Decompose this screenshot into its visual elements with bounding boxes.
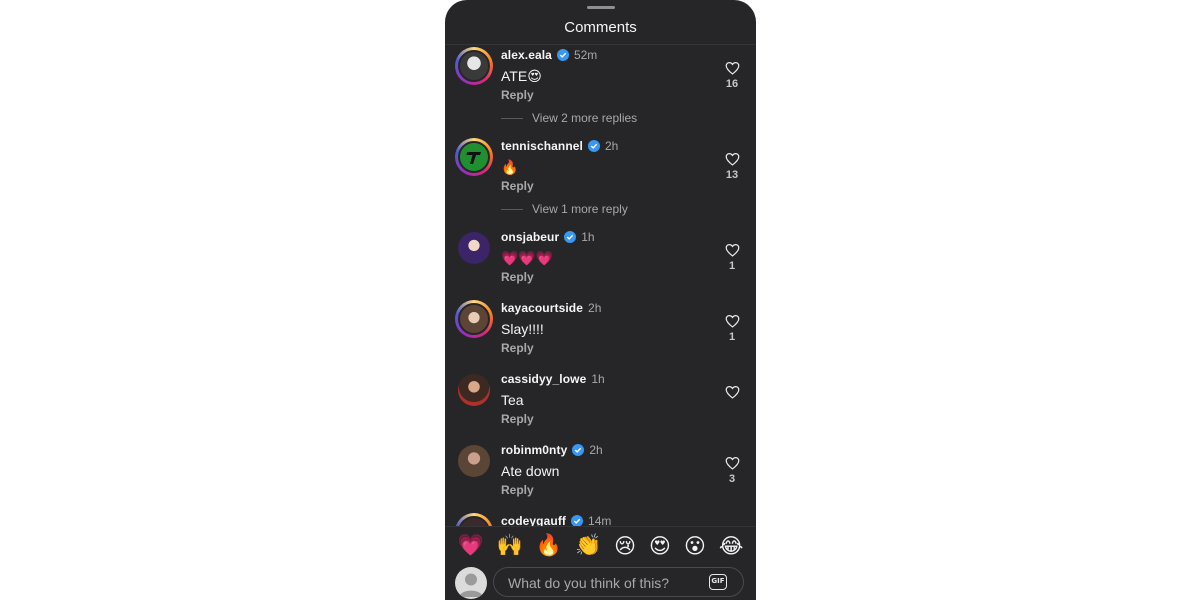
- like-count: 1: [728, 331, 736, 343]
- heart-icon: [725, 456, 739, 470]
- avatar[interactable]: [455, 300, 493, 338]
- comment-item: alex.eala 52m ATE😍 Reply 16: [445, 47, 756, 107]
- comment-item: codeygauff 14m: [445, 513, 756, 526]
- avatar[interactable]: [458, 374, 490, 406]
- verified-badge-icon: [556, 49, 569, 61]
- comment-item: onsjabeur 1h 💗💗💗 Reply 1: [445, 229, 756, 289]
- avatar[interactable]: [455, 513, 493, 526]
- timestamp: 2h: [589, 443, 603, 457]
- comment-input[interactable]: [506, 568, 705, 598]
- heart-icon: [725, 314, 739, 328]
- username[interactable]: tennischannel: [501, 139, 583, 153]
- reaction-crying-face[interactable]: 😢: [614, 534, 636, 559]
- like-button[interactable]: 16: [722, 61, 742, 90]
- timestamp: 52m: [573, 48, 598, 62]
- comment-text: 💗💗💗: [501, 250, 554, 266]
- reply-button[interactable]: Reply: [501, 88, 534, 102]
- comment-meta: cassidyy_lowe 1h: [501, 371, 605, 387]
- username[interactable]: onsjabeur: [501, 230, 559, 244]
- comment-item: kayacourtside 2h Slay!!!! Reply 1: [445, 300, 756, 360]
- sheet-title: Comments: [564, 19, 637, 36]
- avatar[interactable]: [458, 232, 490, 264]
- comment-meta: onsjabeur 1h: [501, 229, 595, 245]
- comment-meta: robinm0nty 2h: [501, 442, 603, 458]
- like-button[interactable]: [722, 385, 742, 402]
- username[interactable]: codeygauff: [501, 514, 566, 526]
- reply-button[interactable]: Reply: [501, 483, 534, 497]
- view-more-replies[interactable]: View 1 more reply: [501, 202, 628, 216]
- default-avatar-icon: [459, 573, 483, 597]
- current-user-avatar: [455, 567, 487, 599]
- reaction-fire[interactable]: 🔥: [536, 534, 562, 558]
- tennischannel-logo: [460, 143, 488, 171]
- timestamp: 2h: [588, 301, 602, 315]
- reply-button[interactable]: Reply: [501, 412, 534, 426]
- avatar[interactable]: [455, 138, 493, 176]
- reaction-heart-eyes[interactable]: 😍: [649, 534, 671, 559]
- verified-badge-icon: [571, 515, 584, 526]
- username[interactable]: alex.eala: [501, 48, 552, 62]
- comment-item: tennischannel 2h 🔥 Reply 13: [445, 138, 756, 198]
- comment-text: 🔥: [501, 159, 519, 175]
- like-count: 13: [725, 169, 739, 181]
- timestamp: 2h: [604, 139, 619, 153]
- reaction-pink-heart[interactable]: 💗: [458, 534, 484, 558]
- comment-meta: kayacourtside 2h: [501, 300, 601, 316]
- verified-badge-icon: [572, 444, 585, 456]
- reaction-surprised-face[interactable]: 😮: [684, 534, 706, 559]
- comment-input-box: GIF: [493, 567, 744, 598]
- avatar[interactable]: [455, 47, 493, 85]
- gif-button[interactable]: GIF: [709, 574, 727, 590]
- verified-badge-icon: [587, 140, 600, 152]
- heart-icon: [725, 152, 739, 166]
- verified-badge-icon: [564, 231, 577, 243]
- heart-icon: [725, 243, 739, 257]
- comment-text: Tea: [501, 392, 524, 408]
- reply-button[interactable]: Reply: [501, 341, 534, 355]
- reply-thread-line: [501, 208, 523, 210]
- like-count: 1: [728, 260, 736, 272]
- like-count: 3: [728, 473, 736, 485]
- heart-icon: [725, 385, 739, 399]
- username[interactable]: robinm0nty: [501, 443, 567, 457]
- comment-text: ATE😍: [501, 68, 542, 84]
- timestamp: 14m: [588, 514, 612, 526]
- quick-reaction-bar: 💗 🙌 🔥 👏 😢 😍 😮 😂: [445, 526, 756, 565]
- timestamp: 1h: [581, 230, 595, 244]
- like-button[interactable]: 1: [722, 314, 742, 343]
- comment-meta: alex.eala 52m: [501, 47, 597, 63]
- comment-text: Ate down: [501, 463, 560, 479]
- comment-text: Slay!!!!: [501, 321, 544, 337]
- like-button[interactable]: 3: [722, 456, 742, 485]
- comments-sheet: Comments alex.eala 52m ATE😍 Reply 16 Vie…: [445, 0, 756, 600]
- like-button[interactable]: 13: [722, 152, 742, 181]
- comment-composer: GIF: [445, 564, 756, 600]
- reaction-clapping-hands[interactable]: 👏: [575, 534, 601, 558]
- username[interactable]: kayacourtside: [501, 301, 583, 315]
- comment-meta: codeygauff 14m: [501, 513, 611, 526]
- view-more-replies-label: View 1 more reply: [532, 202, 628, 216]
- drag-handle[interactable]: [587, 6, 615, 9]
- avatar[interactable]: [458, 445, 490, 477]
- reaction-raised-hands[interactable]: 🙌: [497, 534, 523, 558]
- comment-item: robinm0nty 2h Ate down Reply 3: [445, 442, 756, 502]
- comment-item: cassidyy_lowe 1h Tea Reply: [445, 371, 756, 431]
- comment-list[interactable]: alex.eala 52m ATE😍 Reply 16 View 2 more …: [445, 45, 756, 526]
- heart-icon: [725, 61, 739, 75]
- like-count: 16: [725, 78, 739, 90]
- reply-button[interactable]: Reply: [501, 179, 534, 193]
- view-more-replies[interactable]: View 2 more replies: [501, 111, 637, 125]
- timestamp: 1h: [591, 372, 605, 386]
- comment-meta: tennischannel 2h: [501, 138, 618, 154]
- reaction-laughing-face[interactable]: 😂: [719, 534, 744, 559]
- reply-thread-line: [501, 117, 523, 119]
- view-more-replies-label: View 2 more replies: [532, 111, 638, 125]
- like-button[interactable]: 1: [722, 243, 742, 272]
- username[interactable]: cassidyy_lowe: [501, 372, 586, 386]
- reply-button[interactable]: Reply: [501, 270, 534, 284]
